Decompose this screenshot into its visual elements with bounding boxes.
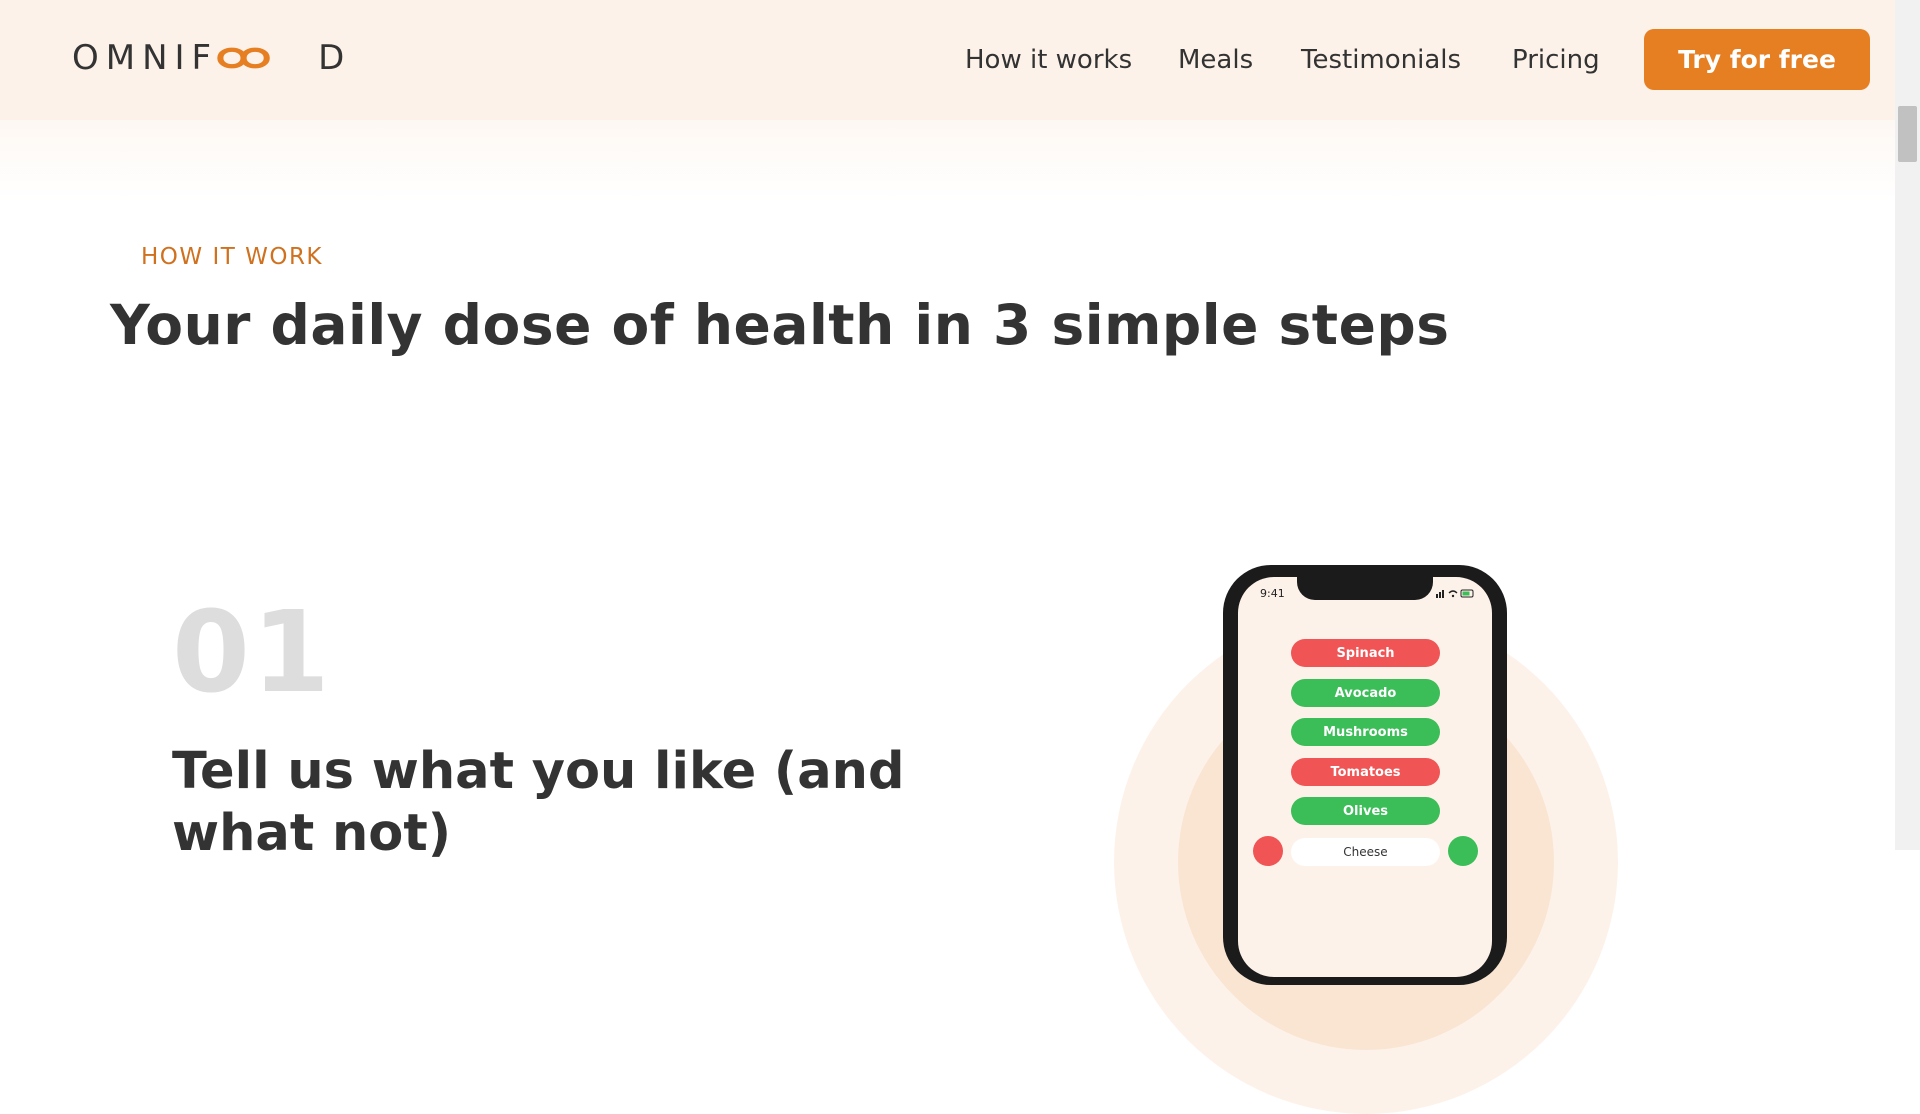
nav-link-how-it-works[interactable]: How it works xyxy=(965,40,1132,80)
ingredient-pill-cheese[interactable]: Cheese xyxy=(1291,838,1440,866)
ingredient-pill-avocado[interactable]: Avocado xyxy=(1291,679,1440,707)
section-subheading: HOW IT WORK xyxy=(141,244,324,270)
phone-time: 9:41 xyxy=(1260,587,1285,600)
section-heading: Your daily dose of health in 3 simple st… xyxy=(110,293,1450,357)
step-number: 01 xyxy=(172,588,332,718)
like-button[interactable] xyxy=(1448,836,1478,866)
phone-notch xyxy=(1297,577,1433,600)
nav-link-meals[interactable]: Meals xyxy=(1178,40,1253,80)
ingredient-pill-tomatoes[interactable]: Tomatoes xyxy=(1291,758,1440,786)
nav-link-testimonials[interactable]: Testimonials xyxy=(1301,40,1461,80)
step-title: Tell us what you like (and what not) xyxy=(172,742,905,863)
dislike-button[interactable] xyxy=(1253,836,1283,866)
header-shadow xyxy=(0,120,1895,200)
main-nav: How it works Meals Testimonials Pricing xyxy=(25,40,1920,80)
try-for-free-button[interactable]: Try for free xyxy=(1644,29,1870,90)
ingredient-pill-mushrooms[interactable]: Mushrooms xyxy=(1291,718,1440,746)
ingredient-pill-olives[interactable]: Olives xyxy=(1291,797,1440,825)
scrollbar-thumb[interactable] xyxy=(1898,106,1917,162)
nav-link-pricing[interactable]: Pricing xyxy=(1512,40,1600,80)
ingredient-pill-spinach[interactable]: Spinach xyxy=(1291,639,1440,667)
phone-status-icons xyxy=(1436,589,1474,598)
